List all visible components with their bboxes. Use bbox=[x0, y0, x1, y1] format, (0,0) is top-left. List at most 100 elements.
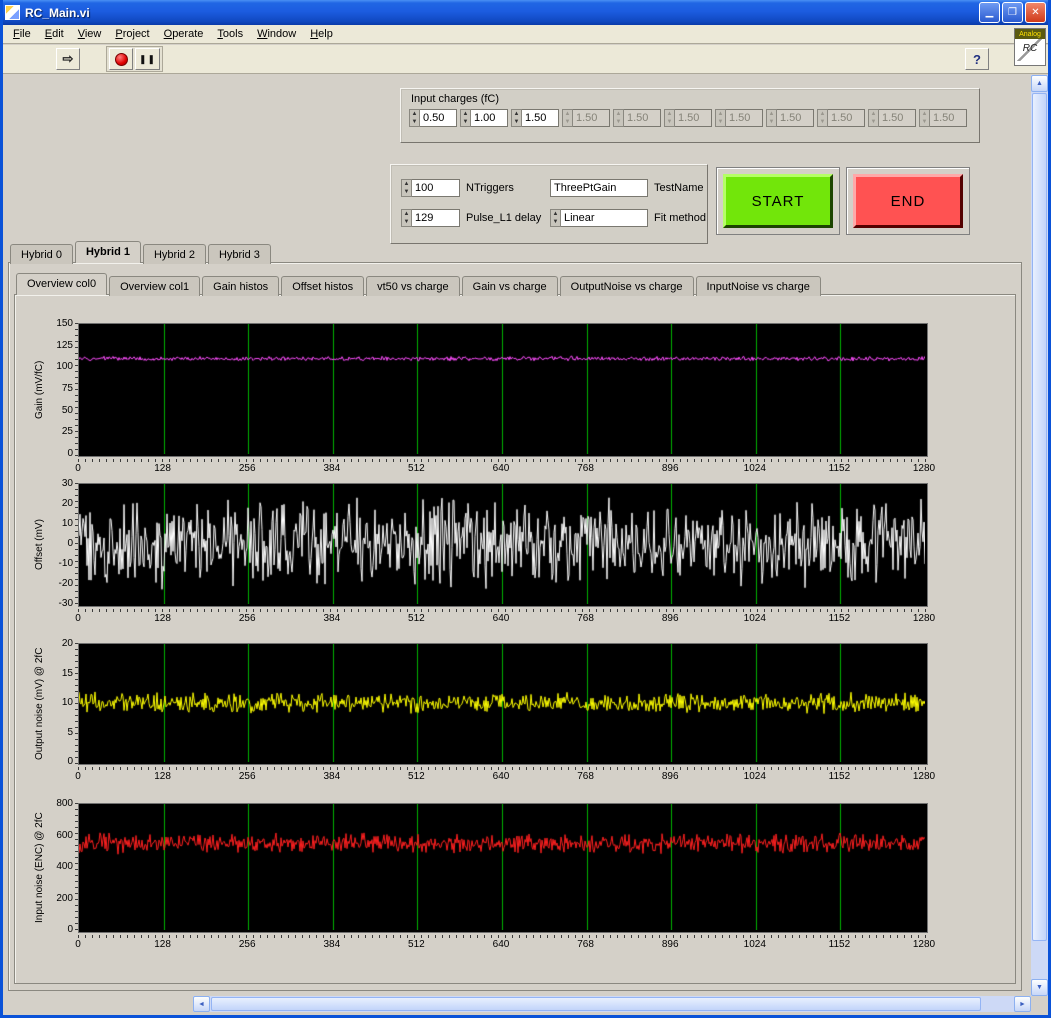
tab-hybrid-0[interactable]: Hybrid 0 bbox=[10, 244, 73, 264]
x-tick-label: 1280 bbox=[912, 771, 936, 782]
spin-up-icon: ▲ bbox=[870, 111, 877, 117]
tab-hybrid-1[interactable]: Hybrid 1 bbox=[74, 241, 141, 263]
tab-gain-vs-charge[interactable]: Gain vs charge bbox=[461, 276, 558, 296]
spin-up-icon[interactable]: ▲ bbox=[402, 180, 411, 188]
charge-value[interactable]: 0.50 bbox=[420, 109, 457, 127]
spin-down-icon[interactable]: ▼ bbox=[461, 118, 470, 126]
spin-up-icon[interactable]: ▲ bbox=[512, 110, 521, 118]
menu-view[interactable]: View bbox=[71, 26, 109, 42]
menu-help[interactable]: Help bbox=[303, 26, 340, 42]
spin-down-icon[interactable]: ▼ bbox=[410, 118, 419, 126]
tab-overview-col0[interactable]: Overview col0 bbox=[16, 273, 108, 295]
charge-value[interactable]: 1.00 bbox=[471, 109, 508, 127]
pulse-l1-delay-value[interactable]: 129 bbox=[412, 209, 460, 227]
tab-vt50-vs-charge[interactable]: vt50 vs charge bbox=[366, 276, 460, 296]
menu-file[interactable]: File bbox=[6, 26, 38, 42]
ntriggers-value[interactable]: 100 bbox=[412, 179, 460, 197]
x-tick-label: 0 bbox=[75, 463, 81, 474]
spin-arrows[interactable]: ▲ ▼ bbox=[460, 109, 471, 127]
tab-gain-histos[interactable]: Gain histos bbox=[202, 276, 280, 296]
y-tick-label: 20 bbox=[61, 638, 73, 649]
input-charge-0[interactable]: ▲ ▼ 0.50 bbox=[409, 109, 457, 127]
input-charge-1[interactable]: ▲ ▼ 1.00 bbox=[460, 109, 508, 127]
spin-arrows[interactable]: ▲ ▼ bbox=[511, 109, 522, 127]
menu-operate[interactable]: Operate bbox=[157, 26, 211, 42]
x-tick-label: 1152 bbox=[828, 613, 851, 624]
ntriggers-control[interactable]: ▲ ▼ 100 bbox=[401, 179, 460, 197]
scroll-right-button[interactable]: ► bbox=[1014, 996, 1031, 1012]
vertical-scrollbar[interactable]: ▲ ▼ bbox=[1031, 75, 1048, 996]
fit-method-value[interactable]: Linear bbox=[561, 209, 648, 227]
scroll-right-icon: ► bbox=[1019, 1000, 1026, 1008]
y-tick-label: 50 bbox=[61, 404, 73, 416]
x-tick-label: 256 bbox=[238, 463, 256, 474]
spin-down-icon[interactable]: ▼ bbox=[402, 218, 411, 226]
x-axis-ticks: 0 128 256 384 512 640 768 896 1024 1152 1280 bbox=[75, 459, 935, 475]
pause-button[interactable]: ❚❚ bbox=[135, 48, 161, 70]
x-tick-label: 896 bbox=[661, 463, 679, 474]
spin-down-icon: ▼ bbox=[615, 119, 622, 125]
charge-value: 1.50 bbox=[726, 109, 763, 127]
spin-up-icon[interactable]: ▲ bbox=[402, 210, 411, 218]
run-button[interactable]: ⇨ bbox=[56, 48, 80, 70]
abort-button[interactable] bbox=[109, 48, 133, 70]
input-noise-plot-canvas bbox=[79, 804, 925, 930]
badge-analog-label: Analog bbox=[1015, 29, 1045, 39]
input-charge-2[interactable]: ▲ ▼ 1.50 bbox=[511, 109, 559, 127]
scroll-up-button[interactable]: ▲ bbox=[1031, 75, 1048, 92]
scroll-down-button[interactable]: ▼ bbox=[1031, 979, 1048, 996]
tab-hybrid-3[interactable]: Hybrid 3 bbox=[207, 244, 271, 264]
tab-outputnoise-vs-charge[interactable]: OutputNoise vs charge bbox=[559, 276, 694, 296]
spin-down-icon: ▼ bbox=[564, 119, 571, 125]
input-charge-5: ▲ ▼ 1.50 bbox=[664, 109, 712, 127]
spin-arrows[interactable]: ▲ ▼ bbox=[401, 179, 412, 197]
tab-inputnoise-vs-charge[interactable]: InputNoise vs charge bbox=[695, 276, 821, 296]
menu-tools[interactable]: Tools bbox=[210, 26, 250, 42]
vertical-scrollbar-thumb[interactable] bbox=[1032, 93, 1047, 941]
testname-field[interactable]: ThreePtGain bbox=[550, 179, 648, 197]
tab-offset-histos[interactable]: Offset histos bbox=[281, 276, 365, 296]
end-button[interactable]: END bbox=[846, 167, 970, 235]
menu-project[interactable]: Project bbox=[108, 26, 156, 42]
input-charge-8: ▲ ▼ 1.50 bbox=[817, 109, 865, 127]
menu-edit[interactable]: Edit bbox=[38, 26, 71, 42]
x-tick-label: 0 bbox=[75, 939, 81, 950]
spin-up-icon[interactable]: ▲ bbox=[551, 210, 560, 218]
x-tick-label: 0 bbox=[75, 613, 81, 624]
y-tick-label: 100 bbox=[56, 361, 73, 373]
help-button[interactable]: ? bbox=[965, 48, 989, 70]
menu-window[interactable]: Window bbox=[250, 26, 303, 42]
maximize-button[interactable]: ❐ bbox=[1002, 2, 1023, 23]
scroll-left-icon: ◄ bbox=[198, 1000, 205, 1008]
tab-overview-col1[interactable]: Overview col1 bbox=[109, 276, 201, 296]
x-tick-label: 1024 bbox=[743, 613, 766, 624]
minimize-button[interactable]: ▁ bbox=[979, 2, 1000, 23]
output-noise-y-axis-label: Output noise (mV) @ 2fC bbox=[34, 647, 45, 761]
close-button[interactable]: ✕ bbox=[1025, 2, 1046, 23]
y-axis-ticks: 20 15 10 5 0 bbox=[47, 638, 75, 767]
input-noise-chart: Input noise (ENC) @ 2fC 800 600 400 200 0 0 1… bbox=[32, 798, 972, 955]
y-tick-label: 0 bbox=[67, 448, 73, 459]
spin-arrows[interactable]: ▲ ▼ bbox=[401, 209, 412, 227]
x-tick-label: 512 bbox=[408, 613, 425, 624]
x-tick-label: 896 bbox=[661, 939, 679, 950]
fit-method-ring[interactable]: ▲ ▼ Linear bbox=[550, 209, 648, 227]
pulse-l1-delay-control[interactable]: ▲ ▼ 129 bbox=[401, 209, 460, 227]
spin-down-icon[interactable]: ▼ bbox=[551, 218, 560, 226]
charge-value[interactable]: 1.50 bbox=[522, 109, 559, 127]
title-bar[interactable]: RC_Main.vi ▁ ❐ ✕ bbox=[3, 0, 1048, 25]
y-tick-label: 10 bbox=[61, 518, 73, 529]
spin-down-icon[interactable]: ▼ bbox=[512, 118, 521, 126]
spin-up-icon[interactable]: ▲ bbox=[410, 110, 419, 118]
spin-down-icon[interactable]: ▼ bbox=[402, 188, 411, 196]
spin-up-icon[interactable]: ▲ bbox=[461, 110, 470, 118]
spin-up-icon: ▲ bbox=[666, 111, 673, 117]
spin-arrows[interactable]: ▲ ▼ bbox=[409, 109, 420, 127]
scroll-left-button[interactable]: ◄ bbox=[193, 996, 210, 1012]
charge-value: 1.50 bbox=[675, 109, 712, 127]
tab-hybrid-2[interactable]: Hybrid 2 bbox=[142, 244, 206, 264]
horizontal-scrollbar-thumb[interactable] bbox=[211, 997, 981, 1011]
spin-arrows[interactable]: ▲ ▼ bbox=[550, 209, 561, 227]
horizontal-scrollbar[interactable]: ◄ ► bbox=[193, 996, 1031, 1012]
start-button[interactable]: START bbox=[716, 167, 840, 235]
